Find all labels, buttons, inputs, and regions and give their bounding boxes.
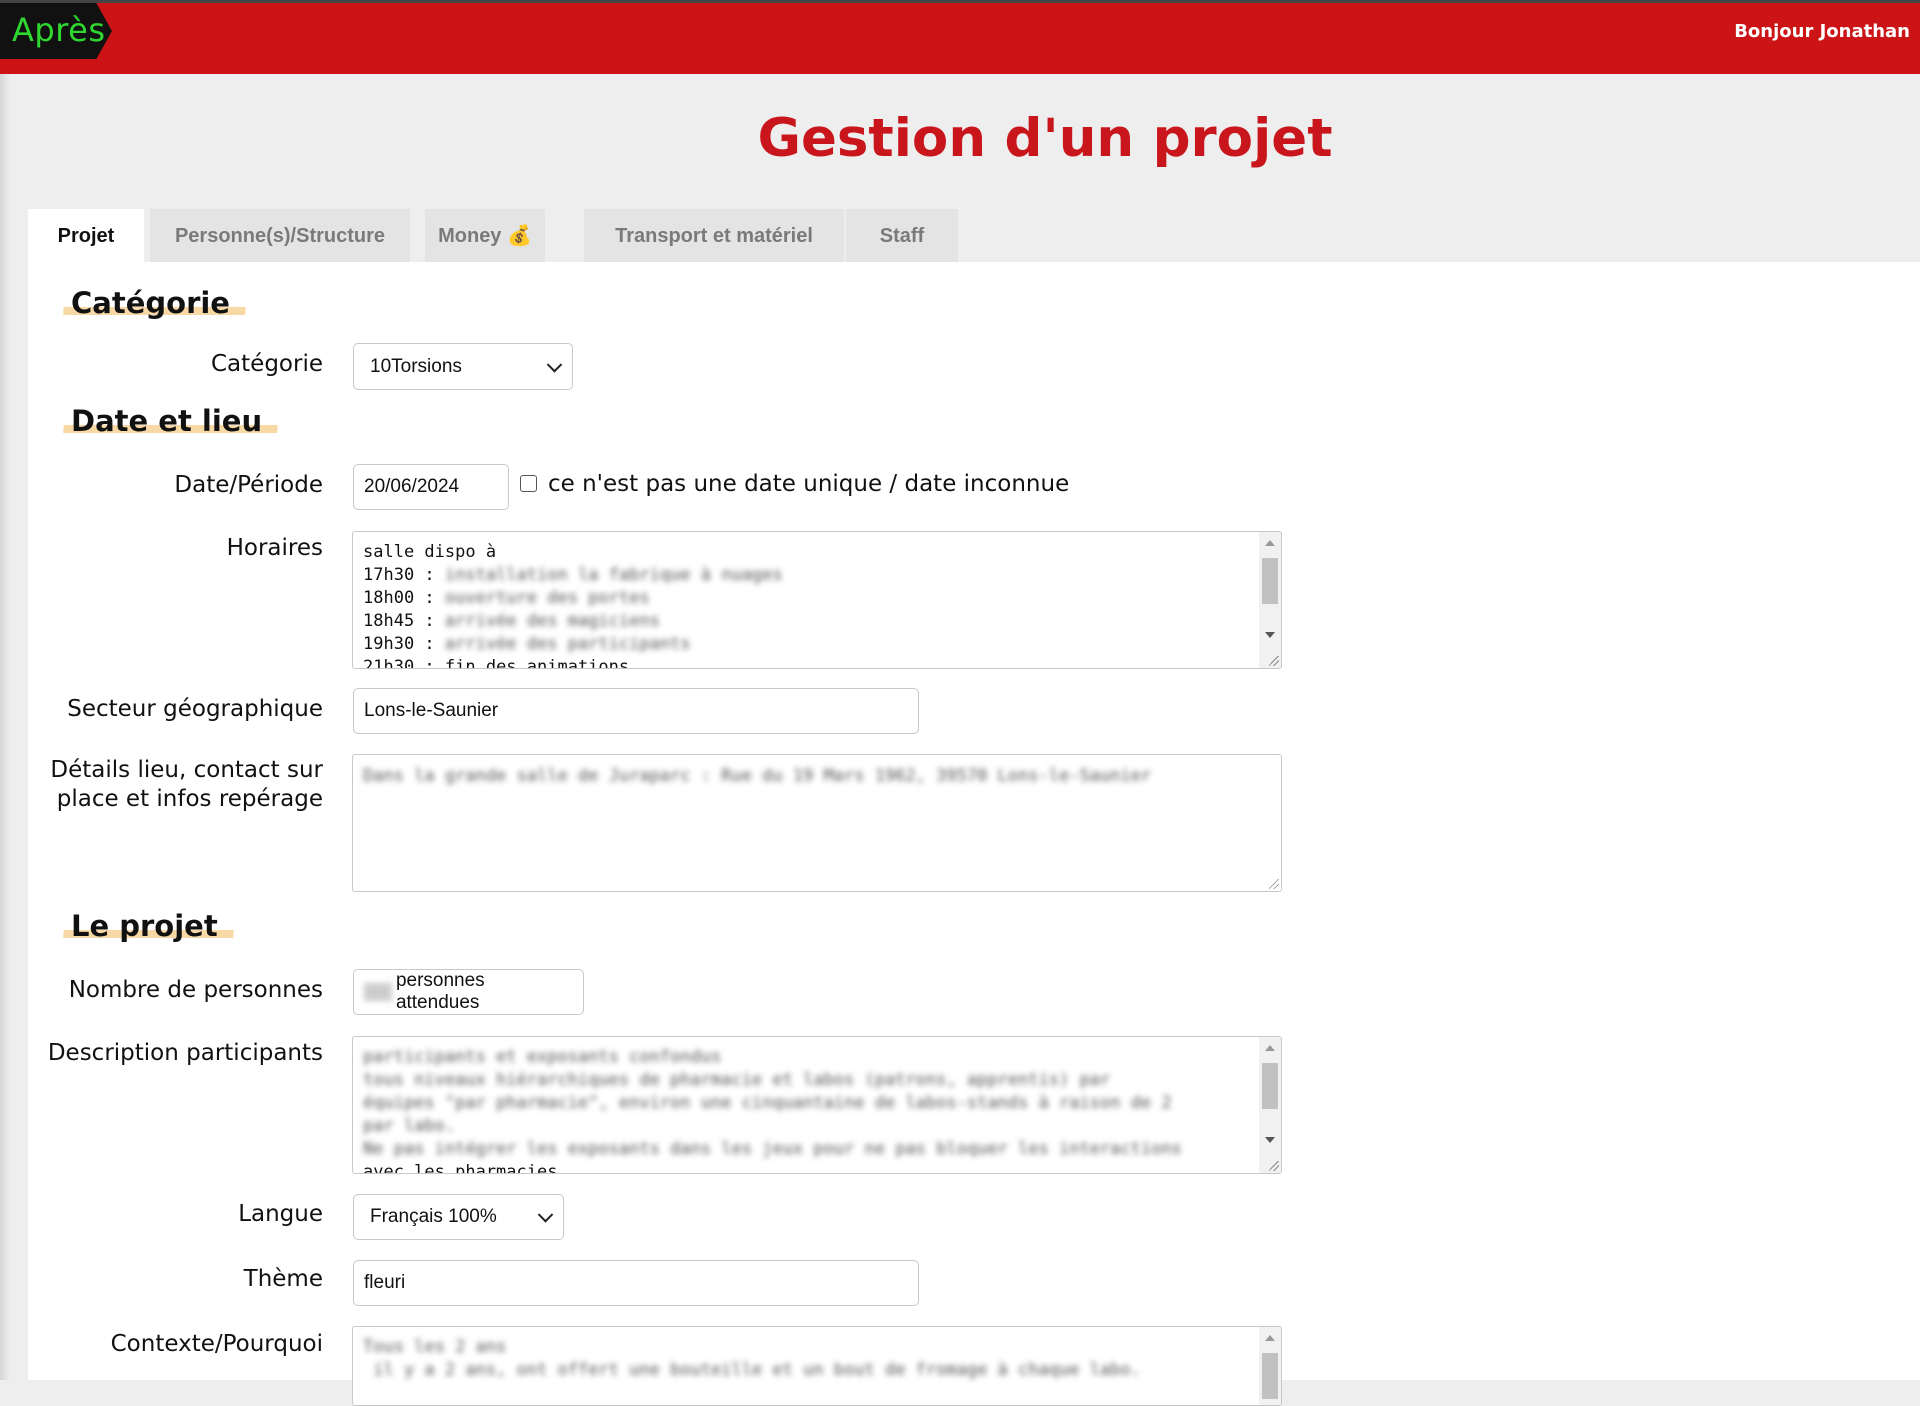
horaires-time-5: 21h30 : <box>363 657 445 669</box>
scrollbar-thumb[interactable] <box>1262 1063 1278 1109</box>
label-nombre-personnes: Nombre de personnes <box>68 977 323 1003</box>
horaires-content: salle dispo à 17h30 : installation la fa… <box>353 532 1281 669</box>
page-title: Gestion d'un projet <box>757 108 1333 169</box>
label-details-line-1: Détails lieu, contact sur <box>50 757 323 783</box>
section-heading-date-lieu: Date et lieu <box>62 404 280 438</box>
details-lieu-content: Dans la grande salle de Juraparc : Rue d… <box>353 755 1281 797</box>
project-form-panel: Catégorie Catégorie 10Torsions Date et l… <box>28 262 1920 1406</box>
non-unique-date-label[interactable]: ce n'est pas une date unique / date inco… <box>548 471 1069 497</box>
scroll-down-icon[interactable] <box>1265 1137 1275 1143</box>
label-langue: Langue <box>238 1201 323 1227</box>
label-theme: Thème <box>243 1266 323 1292</box>
date-field[interactable]: 20/06/2024 <box>353 464 509 510</box>
horaires-time-2: 18h00 : <box>363 588 445 608</box>
langue-value: Français 100% <box>370 1206 497 1227</box>
label-details-line-2: place et infos repérage <box>56 786 323 812</box>
left-edge-shadow <box>0 74 10 1380</box>
categorie-select[interactable]: 10Torsions <box>353 343 573 390</box>
horaires-time-4: 19h30 : <box>363 634 445 654</box>
description-scrollbar[interactable] <box>1259 1037 1281 1173</box>
horaires-text-4: arrivée des participants <box>444 634 691 654</box>
section-heading-projet: Le projet <box>62 909 235 943</box>
tab-staff[interactable]: Staff <box>846 209 958 263</box>
horaires-textarea[interactable]: salle dispo à 17h30 : installation la fa… <box>352 531 1282 669</box>
horaires-time-3: 18h45 : <box>363 611 445 631</box>
nombre-personnes-value: personnes attendues <box>395 970 485 1013</box>
resize-grip-icon[interactable] <box>1269 656 1279 666</box>
theme-input[interactable]: fleuri <box>353 1260 919 1306</box>
label-categorie: Catégorie <box>211 351 323 377</box>
tab-personnes-structure[interactable]: Personne(s)/Structure <box>150 209 410 263</box>
scroll-down-icon[interactable] <box>1265 632 1275 638</box>
resize-grip-icon[interactable] <box>1269 879 1279 889</box>
description-line-6: avec les pharmacies <box>363 1162 558 1174</box>
user-greeting[interactable]: Bonjour Jonathan <box>1734 21 1910 42</box>
label-horaires: Horaires <box>226 535 323 561</box>
horaires-line-1: salle dispo à <box>363 542 497 562</box>
description-line-5: Ne pas intégrer les exposants dans les j… <box>363 1139 1182 1159</box>
langue-select[interactable]: Français 100% <box>353 1194 564 1240</box>
scroll-up-icon[interactable] <box>1265 1335 1275 1341</box>
label-details-lieu: Détails lieu, contact sur place et infos… <box>50 756 323 814</box>
tab-money[interactable]: Money 💰 <box>425 209 545 263</box>
description-line-2: tous niveaux hiérarchiques de pharmacie … <box>363 1070 1111 1090</box>
horaires-scrollbar[interactable] <box>1259 532 1281 668</box>
description-participants-textarea[interactable]: participants et exposants confondus tous… <box>352 1036 1282 1174</box>
categorie-value: 10Torsions <box>370 355 462 377</box>
scroll-up-icon[interactable] <box>1265 540 1275 546</box>
horaires-text-2: ouverture des portes <box>444 588 650 608</box>
horaires-text-5: fin des animations <box>444 657 630 669</box>
description-line-1: participants et exposants confondus <box>363 1047 722 1067</box>
description-line-3: équipes "par pharmacie", environ une cin… <box>363 1093 1172 1113</box>
secteur-value: Lons-le-Saunier <box>364 700 499 721</box>
description-line-4: par labo. <box>363 1116 456 1136</box>
scrollbar-thumb[interactable] <box>1262 558 1278 604</box>
label-contexte: Contexte/Pourquoi <box>110 1331 323 1357</box>
horaires-time-1: 17h30 : <box>363 565 445 585</box>
label-description-participants: Description participants <box>47 1040 323 1066</box>
contexte-line-2: il y a 2 ans, ont offert une bouteille e… <box>363 1360 1141 1380</box>
scroll-up-icon[interactable] <box>1265 1045 1275 1051</box>
date-value: 20/06/2024 <box>364 476 460 497</box>
blurred-count <box>364 983 392 1001</box>
chevron-down-icon <box>546 356 563 373</box>
description-content: participants et exposants confondus tous… <box>353 1037 1281 1174</box>
non-unique-date-checkbox[interactable] <box>520 475 537 492</box>
tab-projet[interactable]: Projet <box>28 209 144 263</box>
contexte-scrollbar[interactable] <box>1259 1327 1281 1405</box>
horaires-text-1: installation la fabrique à nuages <box>444 565 783 585</box>
top-bar: Après Bonjour Jonathan <box>0 0 1920 74</box>
chevron-down-icon <box>537 1207 554 1223</box>
scrollbar-thumb[interactable] <box>1262 1353 1278 1399</box>
horaires-text-3: arrivée des magiciens <box>444 611 660 631</box>
contexte-line-1: Tous les 2 ans <box>363 1337 507 1357</box>
theme-value: fleuri <box>364 1272 406 1293</box>
resize-grip-icon[interactable] <box>1269 1161 1279 1171</box>
details-lieu-textarea[interactable]: Dans la grande salle de Juraparc : Rue d… <box>352 754 1282 892</box>
label-secteur: Secteur géographique <box>67 696 323 722</box>
details-lieu-text: Dans la grande salle de Juraparc : Rue d… <box>363 766 1152 786</box>
secteur-input[interactable]: Lons-le-Saunier <box>353 688 919 734</box>
contexte-content: Tous les 2 ans il y a 2 ans, ont offert … <box>353 1327 1281 1391</box>
label-date: Date/Période <box>174 472 323 498</box>
nombre-personnes-input[interactable]: personnes attendues <box>353 969 584 1015</box>
contexte-textarea[interactable]: Tous les 2 ans il y a 2 ans, ont offert … <box>352 1326 1282 1406</box>
app-logo[interactable]: Après <box>0 3 112 59</box>
section-heading-categorie: Catégorie <box>62 286 248 320</box>
tab-transport-materiel[interactable]: Transport et matériel <box>584 209 844 263</box>
logo-text: Après <box>12 11 106 49</box>
